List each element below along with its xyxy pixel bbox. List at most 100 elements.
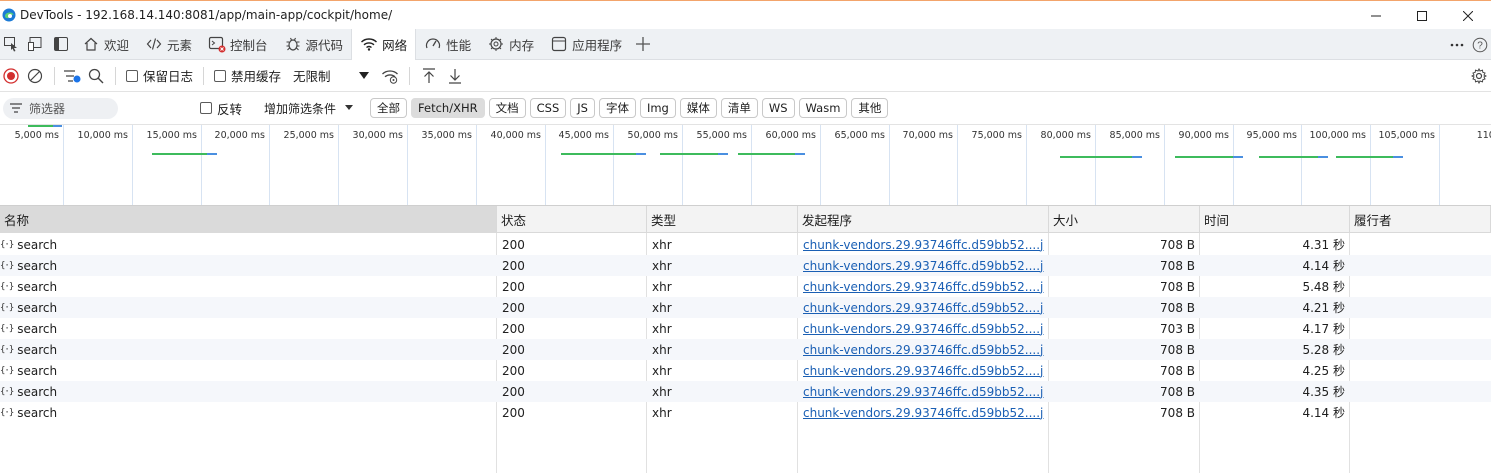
- request-name[interactable]: search: [17, 280, 57, 294]
- filter-chip[interactable]: Img: [639, 98, 676, 118]
- disable-cache-checkbox[interactable]: 禁用缓存: [214, 66, 281, 85]
- record-icon: [3, 67, 19, 84]
- filter-chip[interactable]: Wasm: [798, 98, 848, 118]
- checkbox-box[interactable]: [214, 69, 227, 82]
- column-header-fulfilled-by[interactable]: 履行者: [1350, 206, 1491, 233]
- initiator-link[interactable]: chunk-vendors.29.93746ffc.d59bb52....js:…: [803, 238, 1044, 252]
- tab-label: 性能: [446, 37, 472, 53]
- checkbox-box[interactable]: [126, 69, 138, 82]
- table-row[interactable]: {·} search 200 xhr chunk-vendors.29.93746ffc…: [0, 381, 1491, 402]
- cell-name: {·} search: [0, 339, 497, 360]
- table-row[interactable]: {·} search 200 xhr chunk-vendors.29.93746ffc…: [0, 318, 1491, 339]
- filter-settings-button[interactable]: [61, 60, 83, 92]
- help-button[interactable]: ?: [1468, 29, 1491, 60]
- filter-chip[interactable]: 字体: [598, 98, 636, 118]
- invert-label: 反转: [217, 101, 243, 117]
- add-tab-button[interactable]: [630, 29, 656, 60]
- table-row[interactable]: {·} search 200 xhr chunk-vendors.29.93746ffc…: [0, 360, 1491, 381]
- device-emulation-button[interactable]: [22, 29, 48, 60]
- tab-sources[interactable]: 源代码: [276, 29, 352, 60]
- filter-input[interactable]: 筛选器: [3, 97, 118, 119]
- close-window-button[interactable]: [1445, 1, 1491, 30]
- request-name[interactable]: search: [17, 406, 57, 420]
- export-har-button[interactable]: [442, 60, 468, 92]
- network-conditions-button[interactable]: [377, 60, 403, 92]
- table-row[interactable]: {·} search 200 xhr chunk-vendors.29.93746ffc…: [0, 255, 1491, 276]
- table-row[interactable]: {·} search 200 xhr chunk-vendors.29.93746ffc…: [0, 276, 1491, 297]
- request-name[interactable]: search: [17, 385, 57, 399]
- record-button[interactable]: [0, 60, 22, 92]
- minimize-button[interactable]: [1353, 1, 1399, 30]
- dock-sidebar-button[interactable]: [48, 29, 74, 60]
- initiator-link[interactable]: chunk-vendors.29.93746ffc.d59bb52....js:…: [803, 322, 1044, 336]
- filter-chip[interactable]: 其他: [851, 98, 889, 118]
- column-header-time[interactable]: 时间: [1200, 206, 1350, 233]
- cell-value: xhr: [652, 342, 672, 357]
- tab-label: 控制台: [230, 37, 268, 53]
- overview-waiting-bar: [561, 153, 636, 155]
- tab-welcome[interactable]: 欢迎: [74, 29, 137, 60]
- add-filter-dropdown[interactable]: 增加筛选条件: [264, 100, 356, 117]
- more-options-button[interactable]: [1443, 29, 1471, 60]
- column-header-status[interactable]: 状态: [497, 206, 647, 233]
- upload-icon: [423, 67, 436, 83]
- checkbox-box[interactable]: [200, 102, 212, 114]
- tab-console[interactable]: 控制台: [200, 29, 276, 60]
- filter-chip[interactable]: Fetch/XHR: [411, 98, 485, 118]
- search-button[interactable]: [83, 60, 109, 92]
- filter-chip[interactable]: WS: [761, 98, 795, 118]
- filter-chip[interactable]: 媒体: [679, 98, 717, 118]
- filter-chip[interactable]: 清单: [720, 98, 758, 118]
- request-name[interactable]: search: [17, 364, 57, 378]
- initiator-link[interactable]: chunk-vendors.29.93746ffc.d59bb52....js:…: [803, 364, 1044, 378]
- tab-network[interactable]: 网络: [351, 28, 417, 60]
- network-settings-button[interactable]: [1466, 60, 1491, 92]
- cell-status: 200: [502, 297, 642, 318]
- initiator-link[interactable]: chunk-vendors.29.93746ffc.d59bb52....js:…: [803, 259, 1044, 273]
- preserve-log-checkbox[interactable]: 保留日志: [126, 66, 193, 85]
- throttling-select[interactable]: 无限制: [293, 66, 349, 85]
- request-name[interactable]: search: [17, 259, 57, 273]
- tab-application[interactable]: 应用程序: [542, 29, 630, 60]
- caret-down-icon: [345, 105, 354, 110]
- overview-gridline: [957, 125, 958, 205]
- column-header-size[interactable]: 大小: [1049, 206, 1200, 233]
- import-har-button[interactable]: [416, 60, 442, 92]
- initiator-link[interactable]: chunk-vendors.29.93746ffc.d59bb52....js:…: [803, 406, 1044, 420]
- cell-value: 4.14 秒: [1302, 259, 1345, 273]
- column-header-type[interactable]: 类型: [647, 206, 798, 233]
- tab-performance[interactable]: 性能: [416, 29, 479, 60]
- cell-status: 200: [502, 360, 642, 381]
- request-name[interactable]: search: [17, 322, 57, 336]
- initiator-link[interactable]: chunk-vendors.29.93746ffc.d59bb52....js:…: [803, 343, 1044, 357]
- maximize-button[interactable]: [1399, 1, 1445, 30]
- throttling-dropdown-button[interactable]: [351, 60, 377, 92]
- cell-fulfilled-by: [1355, 318, 1486, 339]
- table-row[interactable]: {·} search 200 xhr chunk-vendors.29.93746ffc…: [0, 339, 1491, 360]
- inspect-element-button[interactable]: [0, 29, 22, 60]
- filter-chip[interactable]: 文档: [488, 98, 526, 118]
- request-name[interactable]: search: [17, 238, 57, 252]
- table-row[interactable]: {·} search 200 xhr chunk-vendors.29.93746ffc…: [0, 234, 1491, 255]
- table-row[interactable]: {·} search 200 xhr chunk-vendors.29.93746ffc…: [0, 402, 1491, 423]
- table-row[interactable]: {·} search 200 xhr chunk-vendors.29.93746ffc…: [0, 297, 1491, 318]
- initiator-link[interactable]: chunk-vendors.29.93746ffc.d59bb52....js:…: [803, 385, 1044, 399]
- request-name[interactable]: search: [17, 343, 57, 357]
- clear-button[interactable]: [22, 60, 48, 92]
- filter-chip[interactable]: CSS: [529, 98, 567, 118]
- initiator-link[interactable]: chunk-vendors.29.93746ffc.d59bb52....js:…: [803, 280, 1044, 294]
- overview-tick-label: 75,000 ms: [971, 130, 1022, 141]
- request-name[interactable]: search: [17, 301, 57, 315]
- cell-value: xhr: [652, 405, 672, 420]
- cell-name: {·} search: [0, 318, 497, 339]
- filter-chip[interactable]: JS: [570, 98, 595, 118]
- initiator-link[interactable]: chunk-vendors.29.93746ffc.d59bb52....js:…: [803, 301, 1044, 315]
- tab-memory[interactable]: 内存: [479, 29, 542, 60]
- filter-chip[interactable]: 全部: [370, 98, 408, 118]
- column-header-initiator[interactable]: 发起程序: [798, 206, 1049, 233]
- column-header-name[interactable]: 名称: [0, 206, 497, 233]
- title-bar: DevTools - 192.168.14.140:8081/app/main-…: [0, 0, 1491, 29]
- invert-checkbox[interactable]: 反转: [200, 99, 242, 118]
- cell-value: 200: [502, 405, 525, 420]
- tab-elements[interactable]: 元素: [137, 29, 200, 60]
